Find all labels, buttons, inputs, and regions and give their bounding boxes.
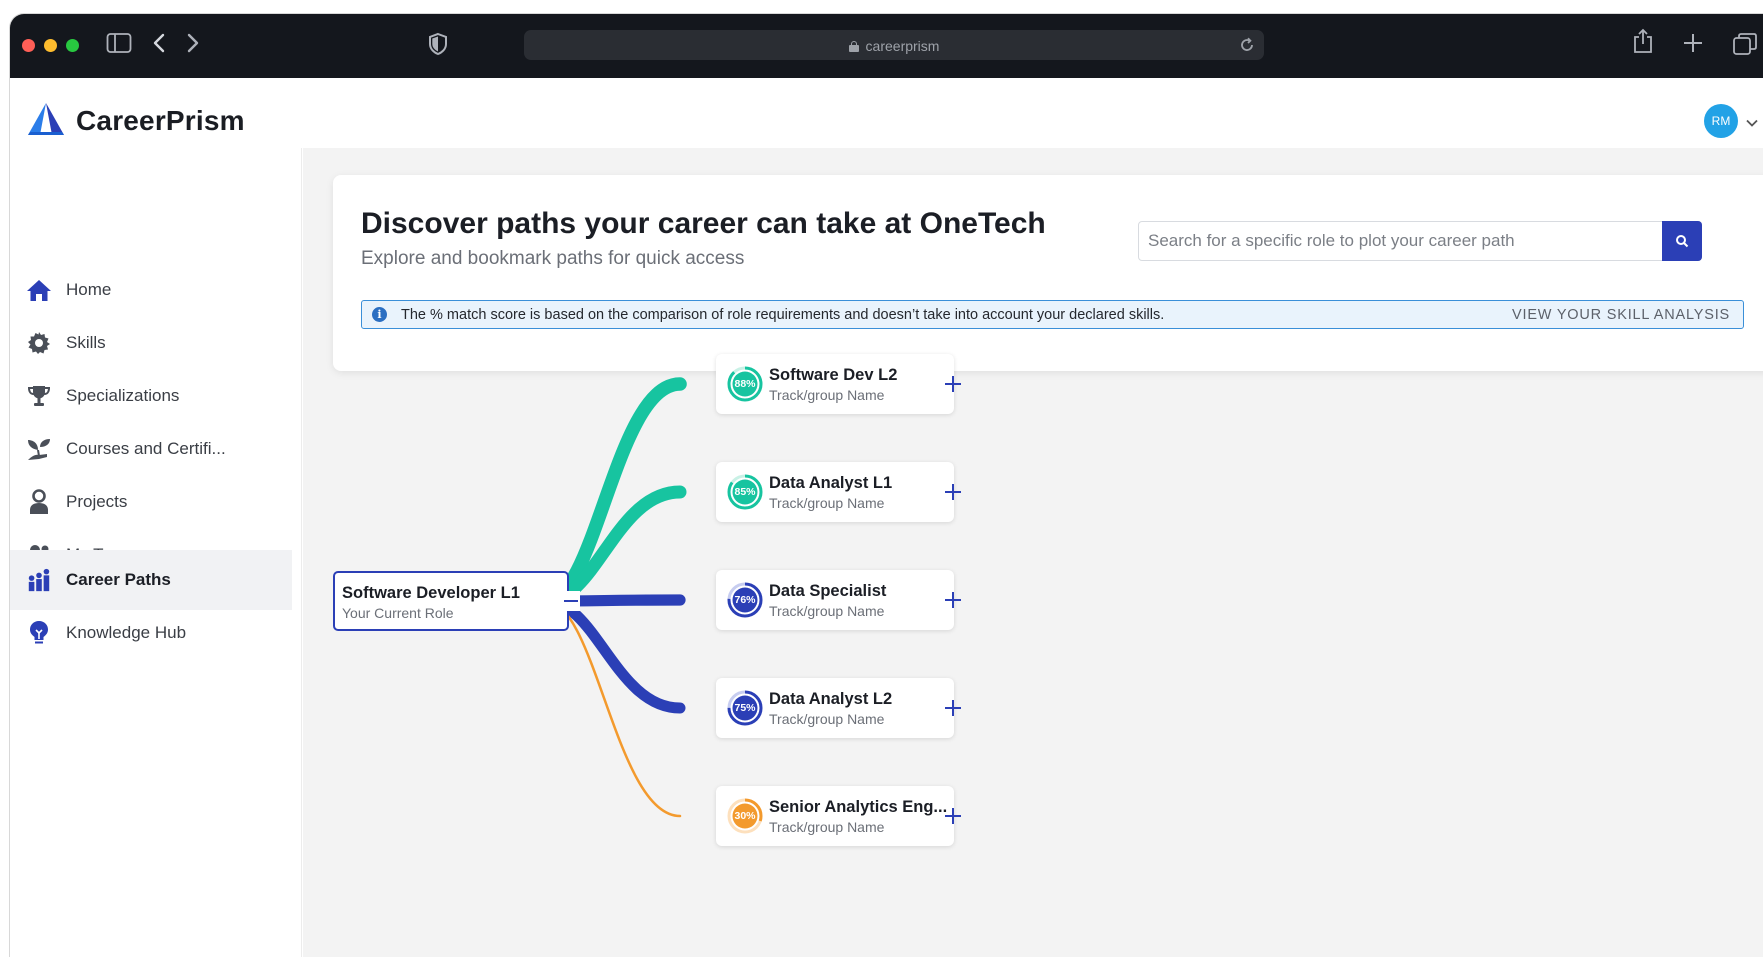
trophy-icon: [26, 383, 52, 409]
path-card[interactable]: 30% Senior Analytics Eng... Track/group …: [716, 786, 961, 846]
close-window-button[interactable]: [22, 39, 35, 52]
sidebar-item-knowledge-hub[interactable]: Knowledge Hub: [10, 603, 292, 663]
app-header: CareerPrism RM: [10, 78, 1763, 148]
path-card-title: Data Analyst L2: [769, 690, 893, 708]
seedling-icon: [26, 436, 52, 462]
sidebar: Home Skills Specializations Courses and …: [10, 148, 302, 957]
path-card-title: Data Analyst L1: [769, 474, 893, 492]
sidebar-item-label: Projects: [66, 492, 128, 511]
search-button[interactable]: [1662, 221, 1702, 261]
info-banner: i The % match score is based on the comp…: [361, 300, 1744, 329]
careerprism-logo-icon[interactable]: [26, 102, 70, 141]
info-icon: i: [372, 307, 387, 322]
career-paths-icon: [26, 567, 52, 593]
url-text: careerprism: [865, 38, 940, 54]
sidebar-toggle-icon[interactable]: [106, 32, 132, 54]
path-card[interactable]: 85% Data Analyst L1 Track/group Name: [716, 462, 961, 522]
match-score-ring: 85%: [727, 474, 763, 510]
view-skill-analysis-link[interactable]: VIEW YOUR SKILL ANALYSIS: [1512, 307, 1730, 323]
sidebar-item-label: Career Paths: [66, 570, 171, 589]
lock-icon: [848, 41, 859, 52]
path-card-subtitle: Track/group Name: [769, 387, 885, 403]
new-tab-icon[interactable]: [1682, 32, 1704, 54]
sidebar-item-skills[interactable]: Skills: [10, 313, 292, 373]
path-connector: [539, 377, 687, 608]
match-score-ring: 76%: [727, 582, 763, 618]
match-score-label: 85%: [734, 486, 756, 498]
chevron-down-icon[interactable]: [1746, 114, 1758, 132]
avatar[interactable]: RM: [1704, 104, 1738, 138]
page-title: Discover paths your career can take at O…: [361, 207, 1046, 240]
add-path-button[interactable]: [942, 805, 964, 827]
sidebar-item-specializations[interactable]: Specializations: [10, 366, 292, 426]
sidebar-item-career-paths[interactable]: Career Paths: [10, 550, 292, 610]
tab-overview-icon[interactable]: [1732, 32, 1758, 56]
shield-icon[interactable]: [428, 32, 448, 56]
path-card-subtitle: Track/group Name: [769, 711, 885, 727]
path-card-title: Software Dev L2: [769, 366, 898, 384]
add-path-button[interactable]: [942, 697, 964, 719]
main-content: Discover paths your career can take at O…: [303, 148, 1763, 957]
app-name[interactable]: CareerPrism: [76, 105, 245, 137]
person-icon: [26, 489, 52, 515]
match-score-label: 76%: [734, 594, 756, 606]
match-score-ring: 30%: [727, 798, 763, 834]
info-text: The % match score is based on the compar…: [401, 307, 1165, 323]
page-subtitle: Explore and bookmark paths for quick acc…: [361, 248, 745, 269]
match-score-label: 75%: [734, 702, 756, 714]
path-card-subtitle: Track/group Name: [769, 495, 885, 511]
current-role-card[interactable]: Software Developer L1 Your Current Role: [333, 571, 580, 631]
path-card[interactable]: 75% Data Analyst L2 Track/group Name: [716, 678, 961, 738]
back-icon[interactable]: [152, 32, 166, 54]
add-path-button[interactable]: [942, 481, 964, 503]
browser-window: careerprism CareerPrism RM Home Skills S…: [10, 14, 1763, 957]
minimize-window-button[interactable]: [44, 39, 57, 52]
address-bar[interactable]: careerprism: [524, 30, 1264, 60]
search-icon: [1676, 235, 1689, 248]
match-score-label: 30%: [734, 810, 756, 822]
gear-icon: [26, 330, 52, 356]
match-score-label: 88%: [734, 378, 756, 390]
role-search: [1138, 221, 1702, 261]
lightbulb-icon: [26, 620, 52, 646]
path-card[interactable]: 76% Data Specialist Track/group Name: [716, 570, 961, 630]
collapse-paths-button[interactable]: [562, 591, 580, 611]
forward-icon[interactable]: [186, 32, 200, 54]
home-icon: [26, 277, 52, 303]
browser-toolbar: careerprism: [10, 14, 1763, 78]
sidebar-item-label: Knowledge Hub: [66, 623, 187, 642]
add-path-button[interactable]: [942, 373, 964, 395]
path-card-title: Senior Analytics Eng...: [769, 798, 948, 816]
sidebar-item-courses[interactable]: Courses and Certifi...: [10, 419, 292, 479]
path-card-title: Data Specialist: [769, 582, 887, 600]
share-icon[interactable]: [1632, 28, 1654, 54]
sidebar-item-projects[interactable]: Projects: [10, 472, 292, 532]
match-score-ring: 75%: [727, 690, 763, 726]
search-input[interactable]: [1139, 222, 1663, 260]
current-role-subtitle: Your Current Role: [342, 605, 454, 621]
current-role-title: Software Developer L1: [342, 584, 520, 602]
career-discovery-panel: Discover paths your career can take at O…: [333, 175, 1763, 371]
path-card[interactable]: 88% Software Dev L2 Track/group Name: [716, 354, 961, 414]
sidebar-item-label: Home: [66, 280, 112, 299]
path-card-subtitle: Track/group Name: [769, 819, 885, 835]
maximize-window-button[interactable]: [66, 39, 79, 52]
sidebar-item-label: Specializations: [66, 386, 180, 405]
path-card-subtitle: Track/group Name: [769, 603, 885, 619]
add-path-button[interactable]: [942, 589, 964, 611]
sidebar-item-home[interactable]: Home: [10, 260, 292, 320]
reload-icon[interactable]: [1238, 36, 1256, 59]
path-connector: [544, 599, 682, 818]
match-score-ring: 88%: [727, 366, 763, 402]
sidebar-item-label: Courses and Certifi...: [66, 439, 226, 458]
sidebar-item-label: Skills: [66, 333, 106, 352]
